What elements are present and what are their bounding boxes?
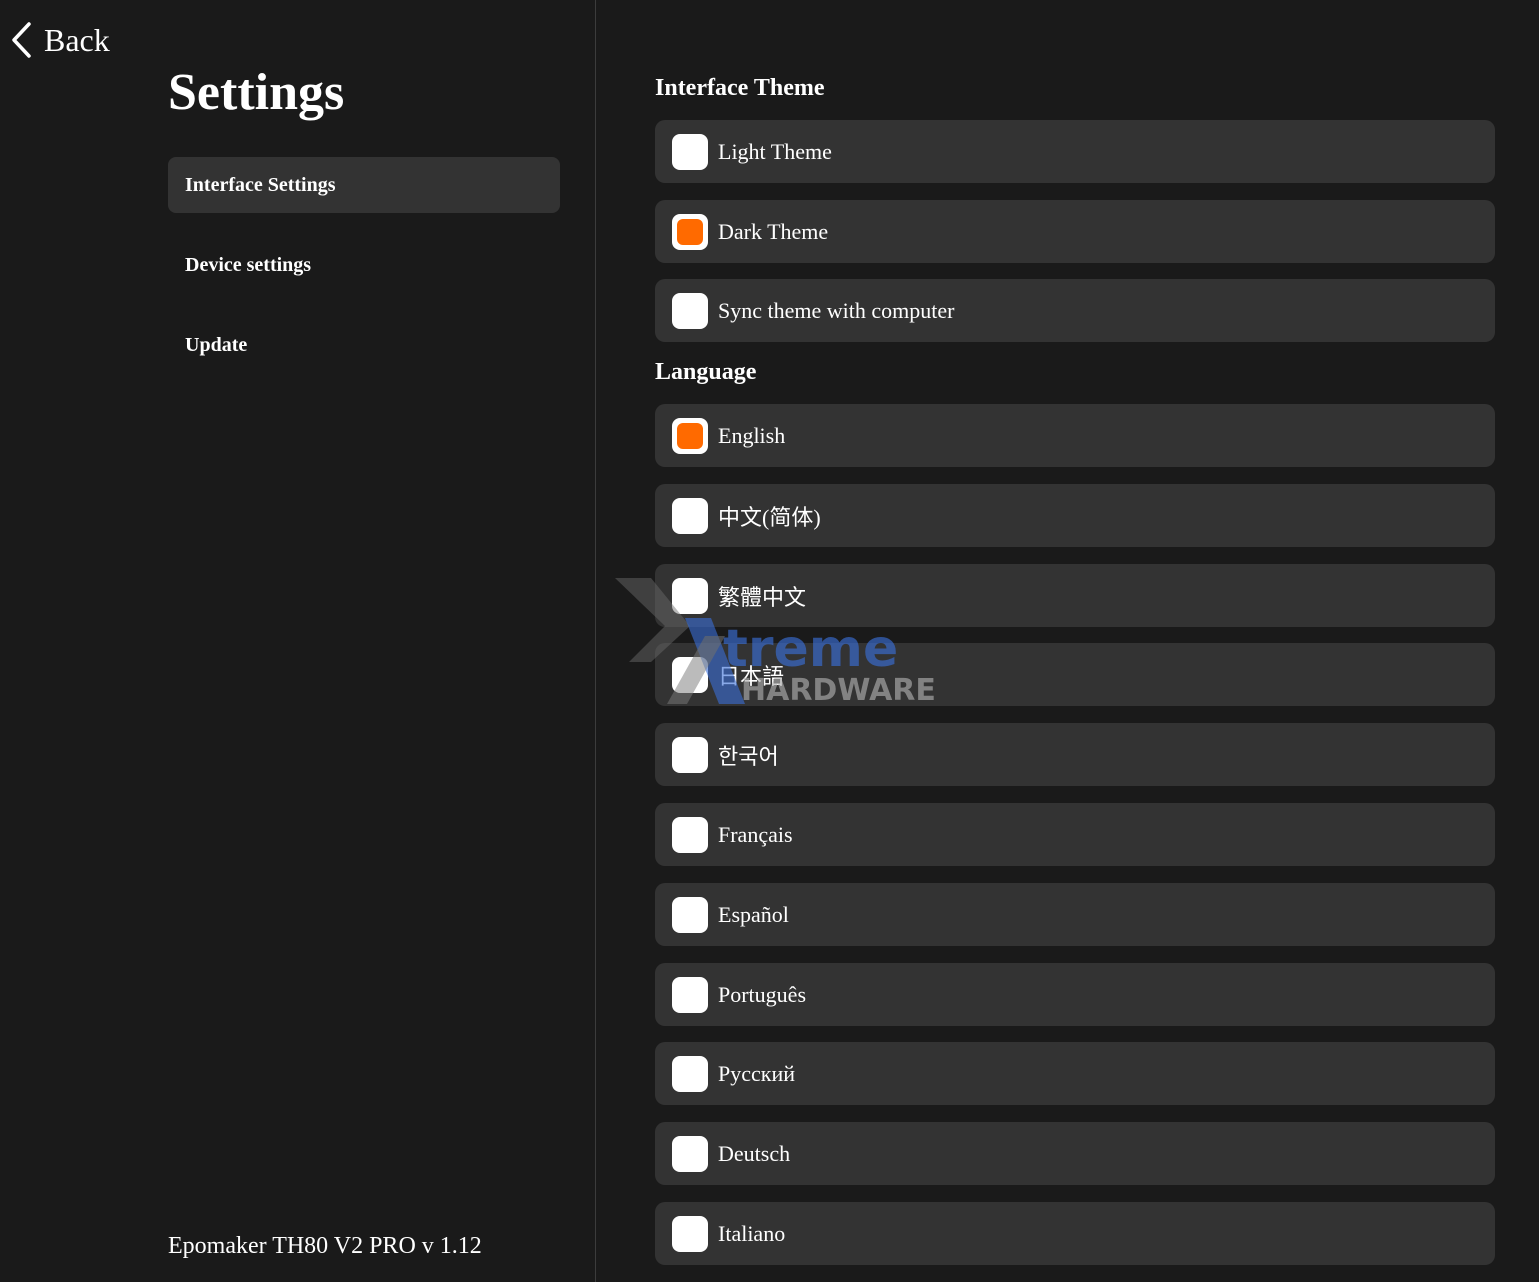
option-label: Italiano — [718, 1220, 786, 1246]
interface-theme-heading: Interface Theme — [655, 75, 825, 101]
page-title: Settings — [168, 64, 345, 121]
option-label: 繁體中文 — [718, 584, 807, 610]
language-option-german[interactable]: Deutsch — [655, 1122, 1495, 1185]
option-label: Deutsch — [718, 1140, 791, 1166]
radio-box[interactable] — [672, 577, 708, 614]
settings-window: Back Settings Interface Settings Device … — [0, 0, 1539, 1282]
language-option-italian[interactable]: Italiano — [655, 1202, 1495, 1265]
language-option-russian[interactable]: Русский — [655, 1042, 1495, 1105]
theme-option-sync[interactable]: Sync theme with computer — [655, 279, 1495, 342]
radio-box[interactable] — [672, 816, 708, 853]
nav-item-label: Update — [185, 333, 248, 356]
option-label: 日本語 — [718, 663, 785, 689]
radio-box[interactable] — [672, 497, 708, 534]
language-option-korean[interactable]: 한국어 — [655, 723, 1495, 786]
radio-box[interactable] — [672, 976, 708, 1013]
language-option-spanish[interactable]: Español — [655, 883, 1495, 946]
nav-item-update[interactable]: Update — [168, 317, 560, 373]
language-heading: Language — [655, 359, 757, 385]
radio-box[interactable] — [672, 736, 708, 773]
radio-box[interactable] — [672, 656, 708, 693]
language-option-english[interactable]: English — [655, 404, 1495, 467]
option-label: Français — [718, 821, 793, 847]
chevron-left-icon — [10, 21, 32, 59]
radio-box-selected[interactable] — [672, 417, 708, 454]
radio-box[interactable] — [672, 896, 708, 933]
nav-item-label: Device settings — [185, 253, 312, 276]
version-label: Epomaker TH80 V2 PRO v 1.12 — [168, 1233, 482, 1259]
option-label: Español — [718, 901, 789, 927]
radio-box[interactable] — [672, 292, 708, 329]
back-label: Back — [44, 21, 110, 58]
selected-indicator — [677, 218, 703, 245]
language-option-french[interactable]: Français — [655, 803, 1495, 866]
theme-option-dark[interactable]: Dark Theme — [655, 200, 1495, 263]
pane-divider — [595, 0, 596, 1282]
radio-box[interactable] — [672, 1215, 708, 1252]
settings-nav: Interface Settings Device settings Updat… — [168, 157, 560, 397]
nav-item-label: Interface Settings — [185, 173, 336, 196]
language-option-zh-hant[interactable]: 繁體中文 — [655, 564, 1495, 627]
language-option-zh-hans[interactable]: 中文(简体) — [655, 484, 1495, 547]
language-option-japanese[interactable]: 日本語 — [655, 643, 1495, 706]
option-label: 한국어 — [718, 743, 779, 769]
option-label: Русский — [718, 1060, 795, 1086]
option-label: 中文(简体) — [718, 504, 821, 530]
radio-box[interactable] — [672, 133, 708, 170]
nav-item-device-settings[interactable]: Device settings — [168, 237, 560, 293]
option-label: English — [718, 422, 786, 448]
option-label: Sync theme with computer — [718, 297, 955, 323]
option-label: Português — [718, 981, 806, 1007]
option-label: Dark Theme — [718, 218, 829, 244]
theme-option-light[interactable]: Light Theme — [655, 120, 1495, 183]
nav-item-interface-settings[interactable]: Interface Settings — [168, 157, 560, 213]
radio-box[interactable] — [672, 1135, 708, 1172]
radio-box-selected[interactable] — [672, 213, 708, 250]
radio-box[interactable] — [672, 1055, 708, 1092]
language-option-portuguese[interactable]: Português — [655, 963, 1495, 1026]
back-button[interactable]: Back — [10, 20, 110, 60]
option-label: Light Theme — [718, 138, 832, 164]
selected-indicator — [677, 422, 703, 449]
settings-sidebar: Back Settings Interface Settings Device … — [0, 0, 595, 1282]
